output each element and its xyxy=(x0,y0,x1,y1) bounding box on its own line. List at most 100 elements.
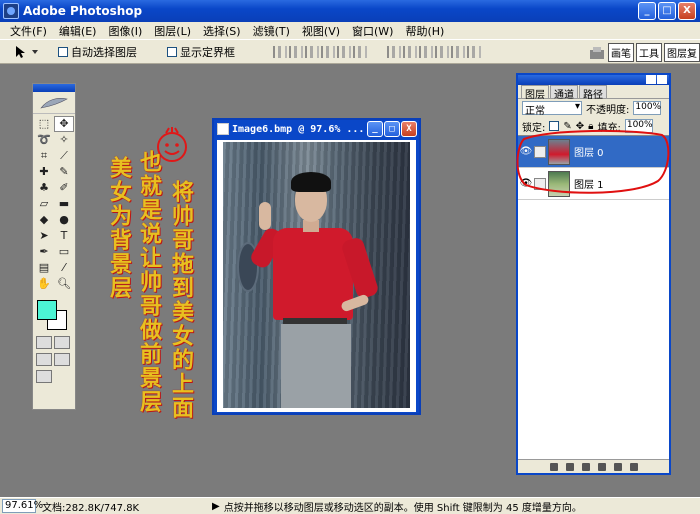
move-tool-icon xyxy=(16,45,38,58)
menu-filter[interactable]: 滤镜(T) xyxy=(247,23,296,39)
dodge-tool-icon[interactable]: ● xyxy=(54,212,74,228)
doc-close-button[interactable]: X xyxy=(401,121,417,137)
marquee-tool-icon[interactable]: ⬚ xyxy=(34,116,54,132)
hand-tool-icon[interactable]: ✋ xyxy=(34,276,54,292)
distribute-bottom-icon[interactable] xyxy=(419,45,433,58)
tab-layers[interactable]: 图层 xyxy=(521,85,549,101)
palette-well: 画笔 工具 图层复 xyxy=(588,43,700,62)
feather-logo-icon xyxy=(40,97,68,108)
pants xyxy=(281,324,351,408)
palette-tab-tools[interactable]: 工具 xyxy=(636,43,662,62)
eyedropper-tool-icon[interactable]: ⁄ xyxy=(54,260,74,276)
clone-stamp-tool-icon[interactable]: ♣ xyxy=(34,180,54,196)
tab-paths[interactable]: 路径 xyxy=(579,85,607,101)
tool-preset-picker[interactable] xyxy=(12,43,46,61)
zoom-field[interactable]: 97.61% xyxy=(2,499,43,513)
foreground-color-swatch[interactable] xyxy=(37,300,57,320)
jump-to-imageready-icon[interactable] xyxy=(36,370,52,383)
brush-tool-icon[interactable]: ✎ xyxy=(54,164,74,180)
menu-edit[interactable]: 编辑(E) xyxy=(53,23,103,39)
align-hcenter-icon[interactable] xyxy=(337,45,351,58)
menu-file[interactable]: 文件(F) xyxy=(4,23,53,39)
slice-tool-icon[interactable]: ⟋ xyxy=(54,148,74,164)
quick-mask-mode-icon[interactable] xyxy=(54,336,70,349)
document-title-bar[interactable]: Image6.bmp @ 97.6% ... _ □ X xyxy=(214,120,419,138)
add-layer-style-icon[interactable] xyxy=(549,462,558,471)
gradient-tool-icon[interactable]: ▬ xyxy=(54,196,74,212)
full-screen-menu-mode-icon[interactable] xyxy=(54,353,70,366)
menu-help[interactable]: 帮助(H) xyxy=(399,23,450,39)
minimize-button[interactable]: _ xyxy=(638,2,656,20)
distribute-hcenter-icon[interactable] xyxy=(451,45,465,58)
show-bounding-box-checkbox[interactable]: 显示定界框 xyxy=(167,44,235,60)
palette-close-button[interactable] xyxy=(657,75,667,84)
align-bottom-icon[interactable] xyxy=(305,45,319,58)
lasso-tool-icon[interactable]: ➰ xyxy=(34,132,54,148)
man-photo-image xyxy=(223,142,410,408)
blur-tool-icon[interactable]: ◆ xyxy=(34,212,54,228)
rectangle-tool-icon[interactable]: ▭ xyxy=(54,244,74,260)
notes-tool-icon[interactable]: ▤ xyxy=(34,260,54,276)
blend-mode-select[interactable]: 正常 xyxy=(522,101,582,117)
opacity-label: 不透明度: xyxy=(586,104,630,116)
delete-layer-icon[interactable] xyxy=(629,462,638,471)
maximize-button[interactable]: □ xyxy=(658,2,676,20)
menu-layer[interactable]: 图层(L) xyxy=(148,23,197,39)
show-bounding-box-label: 显示定界框 xyxy=(180,45,235,59)
adjustment-layer-icon[interactable] xyxy=(597,462,606,471)
document-canvas[interactable] xyxy=(217,140,416,412)
standard-screen-mode-icon[interactable] xyxy=(36,353,52,366)
close-button[interactable]: X xyxy=(678,2,696,20)
document-icon xyxy=(217,123,229,135)
palette-tab-brushes[interactable]: 画笔 xyxy=(608,43,634,62)
doc-minimize-button[interactable]: _ xyxy=(367,121,383,137)
palette-tab-layer-comps[interactable]: 图层复 xyxy=(664,43,700,62)
distribute-left-icon[interactable] xyxy=(435,45,449,58)
layers-palette-footer xyxy=(518,459,669,473)
auto-select-layer-label: 自动选择图层 xyxy=(71,45,137,59)
auto-select-layer-checkbox[interactable]: 自动选择图层 xyxy=(58,44,137,60)
align-left-icon[interactable] xyxy=(321,45,335,58)
eraser-tool-icon[interactable]: ▱ xyxy=(34,196,54,212)
move-tool-icon[interactable]: ✥ xyxy=(54,116,74,132)
healing-brush-tool-icon[interactable]: ✚ xyxy=(34,164,54,180)
document-window-controls: _ □ X xyxy=(367,121,417,137)
checkbox-box[interactable] xyxy=(58,46,68,57)
menu-select[interactable]: 选择(S) xyxy=(197,23,247,39)
palette-minimize-button[interactable] xyxy=(646,75,656,84)
checkbox-box[interactable] xyxy=(167,46,177,57)
distribute-right-icon[interactable] xyxy=(467,45,481,58)
new-layer-icon[interactable] xyxy=(613,462,622,471)
path-selection-tool-icon[interactable]: ➤ xyxy=(34,228,54,244)
doc-maximize-button[interactable]: □ xyxy=(384,121,400,137)
menu-image[interactable]: 图像(I) xyxy=(102,23,148,39)
palette-tabs: 图层 通道 路径 xyxy=(518,85,669,101)
doc-size-info[interactable]: 文档:282.8K/747.8K xyxy=(42,499,192,514)
magic-wand-tool-icon[interactable]: ✧ xyxy=(54,132,74,148)
toolbox-title-bar[interactable] xyxy=(33,84,75,92)
crop-tool-icon[interactable]: ⌗ xyxy=(34,148,54,164)
distribute-buttons xyxy=(387,45,481,58)
align-top-icon[interactable] xyxy=(273,45,287,58)
opacity-input[interactable]: 100% xyxy=(633,101,662,115)
align-right-icon[interactable] xyxy=(353,45,367,58)
menu-view[interactable]: 视图(V) xyxy=(296,23,346,39)
status-arrow-icon[interactable]: ▶ xyxy=(212,501,220,512)
align-vcenter-icon[interactable] xyxy=(289,45,303,58)
tab-channels[interactable]: 通道 xyxy=(550,85,578,101)
app-title: Adobe Photoshop xyxy=(23,4,143,18)
history-brush-tool-icon[interactable]: ✐ xyxy=(54,180,74,196)
standard-mode-icon[interactable] xyxy=(36,336,52,349)
annotation-column-1: 将帅哥拖到美女的上面 xyxy=(168,180,194,420)
file-browser-icon[interactable] xyxy=(588,45,606,61)
new-set-icon[interactable] xyxy=(581,462,590,471)
layers-palette-title-bar[interactable] xyxy=(518,75,669,85)
menu-window[interactable]: 窗口(W) xyxy=(346,23,399,39)
toolbox-header[interactable] xyxy=(33,92,75,114)
add-mask-icon[interactable] xyxy=(565,462,574,471)
distribute-vcenter-icon[interactable] xyxy=(403,45,417,58)
zoom-tool-icon[interactable]: 🔍︎ xyxy=(54,276,74,292)
type-tool-icon[interactable]: T xyxy=(54,228,74,244)
pen-tool-icon[interactable]: ✒ xyxy=(34,244,54,260)
distribute-top-icon[interactable] xyxy=(387,45,401,58)
